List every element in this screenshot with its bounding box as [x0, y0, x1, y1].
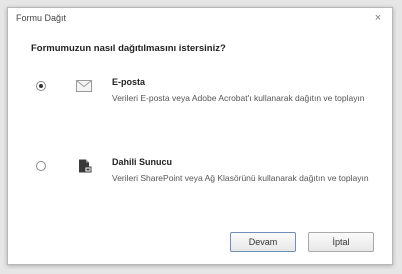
email-option-description: Verileri E-posta veya Adobe Acrobat'ı ku… — [112, 93, 365, 103]
screen-background: Formu Dağıt × Formumuzun nasıl dağıtılma… — [0, 0, 402, 274]
continue-button[interactable]: Devam — [230, 232, 296, 252]
internal-server-radio[interactable] — [36, 161, 46, 171]
close-icon[interactable]: × — [372, 11, 384, 25]
email-radio[interactable] — [36, 81, 46, 91]
title-bar: Formu Dağıt × — [8, 8, 392, 30]
internal-server-option-title: Dahili Sunucu — [112, 157, 173, 167]
dialog-title: Formu Dağıt — [16, 13, 67, 23]
cancel-button[interactable]: İptal — [308, 232, 374, 252]
distribute-form-dialog: Formu Dağıt × Formumuzun nasıl dağıtılma… — [7, 7, 393, 265]
internal-server-option-description: Verileri SharePoint veya Ağ Klasörünü ku… — [112, 173, 369, 183]
internal-server-document-icon — [76, 159, 92, 173]
email-envelope-icon — [76, 79, 92, 93]
email-option-title: E-posta — [112, 77, 146, 87]
distribution-question: Formumuzun nasıl dağıtılmasını istersini… — [31, 43, 226, 54]
